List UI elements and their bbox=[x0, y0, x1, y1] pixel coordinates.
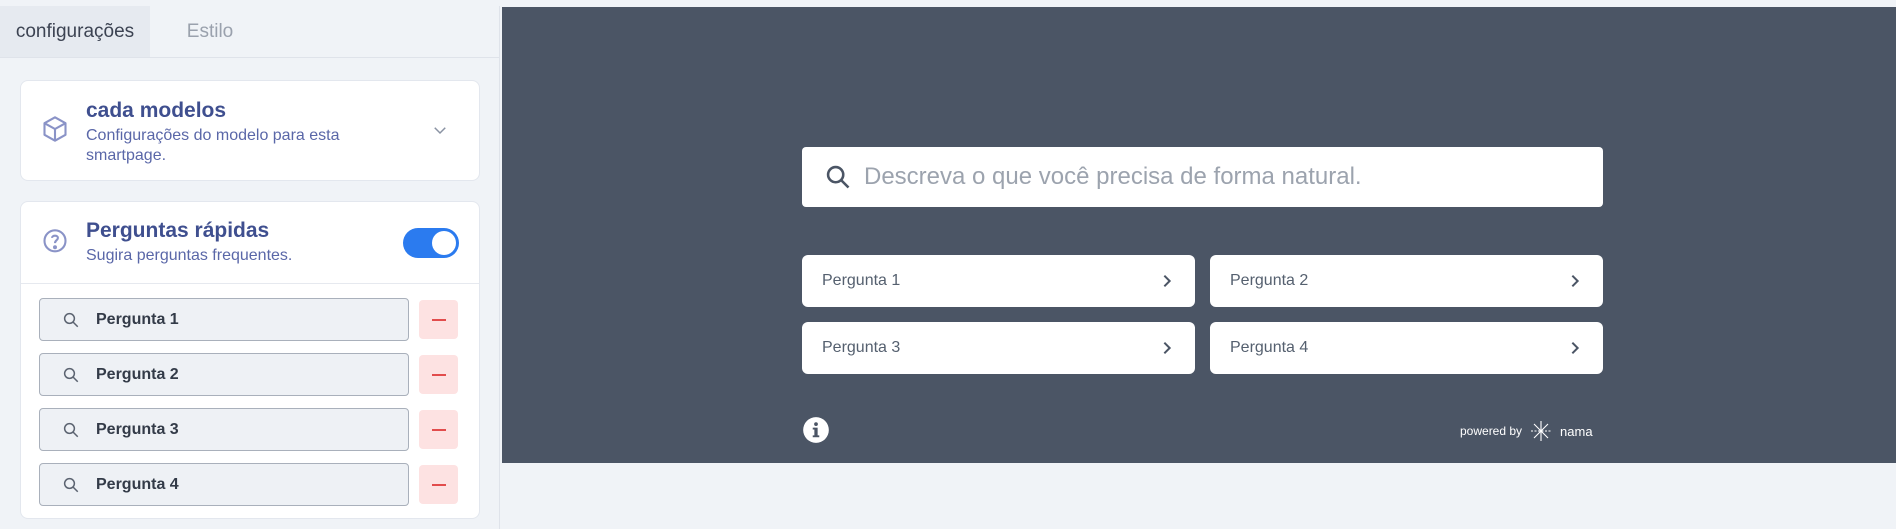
search-placeholder: Descreva o que você precisa de forma nat… bbox=[864, 163, 1362, 190]
tab-bar: configurações Estilo bbox=[0, 6, 499, 58]
preview-bottom-area bbox=[502, 463, 1896, 529]
question-input-value: Pergunta 1 bbox=[96, 310, 179, 328]
powered-by: powered by nama bbox=[1460, 419, 1604, 443]
remove-question-button[interactable] bbox=[419, 465, 458, 504]
minus-icon bbox=[431, 373, 446, 376]
preview-question-label: Pergunta 2 bbox=[1230, 272, 1309, 289]
search-icon bbox=[63, 312, 79, 327]
smartpage-preview: Descreva o que você precisa de forma nat… bbox=[502, 7, 1896, 463]
question-input-1[interactable]: Pergunta 1 bbox=[39, 298, 409, 341]
question-row: Pergunta 2 bbox=[39, 353, 459, 396]
remove-question-button[interactable] bbox=[419, 410, 458, 449]
preview-question-button-2[interactable]: Pergunta 2 bbox=[1210, 255, 1603, 307]
search-icon bbox=[63, 367, 79, 382]
preview-question-label: Pergunta 1 bbox=[822, 272, 901, 289]
quick-questions-subtitle: Sugira perguntas frequentes. bbox=[86, 247, 293, 264]
nama-brand: nama bbox=[1560, 423, 1593, 439]
minus-icon bbox=[431, 428, 446, 431]
preview-search-box[interactable]: Descreva o que você precisa de forma nat… bbox=[802, 147, 1603, 207]
models-card[interactable]: cada modelos Configurações do modelo par… bbox=[20, 80, 480, 181]
search-icon bbox=[826, 165, 850, 189]
info-icon[interactable] bbox=[802, 416, 830, 444]
question-row: Pergunta 1 bbox=[39, 298, 459, 341]
question-row: Pergunta 4 bbox=[39, 463, 459, 506]
search-icon bbox=[63, 422, 79, 437]
question-input-2[interactable]: Pergunta 2 bbox=[39, 353, 409, 396]
minus-icon bbox=[431, 318, 446, 321]
divider bbox=[21, 283, 479, 284]
remove-question-button[interactable] bbox=[419, 355, 458, 394]
minus-icon bbox=[431, 483, 446, 486]
quick-questions-title: Perguntas rápidas bbox=[86, 219, 270, 242]
preview-question-button-4[interactable]: Pergunta 4 bbox=[1210, 322, 1603, 374]
chevron-right-icon bbox=[1163, 341, 1172, 355]
question-input-value: Pergunta 2 bbox=[96, 365, 179, 383]
question-input-value: Pergunta 4 bbox=[96, 475, 179, 493]
preview-question-label: Pergunta 4 bbox=[1230, 339, 1309, 356]
chevron-down-icon[interactable] bbox=[431, 121, 449, 139]
question-input-3[interactable]: Pergunta 3 bbox=[39, 408, 409, 451]
question-icon bbox=[43, 229, 67, 253]
preview-question-label: Pergunta 3 bbox=[822, 339, 901, 356]
chevron-right-icon bbox=[1571, 341, 1580, 355]
toggle-knob bbox=[432, 231, 456, 255]
models-card-subtitle-2: smartpage. bbox=[86, 147, 167, 164]
remove-question-button[interactable] bbox=[419, 300, 458, 339]
question-input-value: Pergunta 3 bbox=[96, 420, 179, 438]
powered-by-text: powered by bbox=[1460, 424, 1523, 438]
models-card-subtitle-1: Configurações do modelo para esta bbox=[86, 127, 340, 144]
quick-questions-card: Perguntas rápidas Sugira perguntas frequ… bbox=[20, 201, 480, 519]
models-card-title: cada modelos bbox=[86, 99, 227, 122]
search-icon bbox=[63, 477, 79, 492]
preview-question-button-1[interactable]: Pergunta 1 bbox=[802, 255, 1195, 307]
cube-icon bbox=[43, 116, 67, 142]
preview-question-button-3[interactable]: Pergunta 3 bbox=[802, 322, 1195, 374]
chevron-right-icon bbox=[1571, 274, 1580, 288]
tab-configuracoes[interactable]: configurações bbox=[0, 6, 150, 57]
nama-logo-icon bbox=[1531, 421, 1552, 441]
question-row: Pergunta 3 bbox=[39, 408, 459, 451]
question-input-4[interactable]: Pergunta 4 bbox=[39, 463, 409, 506]
chevron-right-icon bbox=[1163, 274, 1172, 288]
tab-estilo[interactable]: Estilo bbox=[150, 6, 270, 57]
quick-questions-toggle[interactable] bbox=[403, 228, 459, 258]
config-panel: configurações Estilo cada modelos Config… bbox=[0, 6, 500, 529]
